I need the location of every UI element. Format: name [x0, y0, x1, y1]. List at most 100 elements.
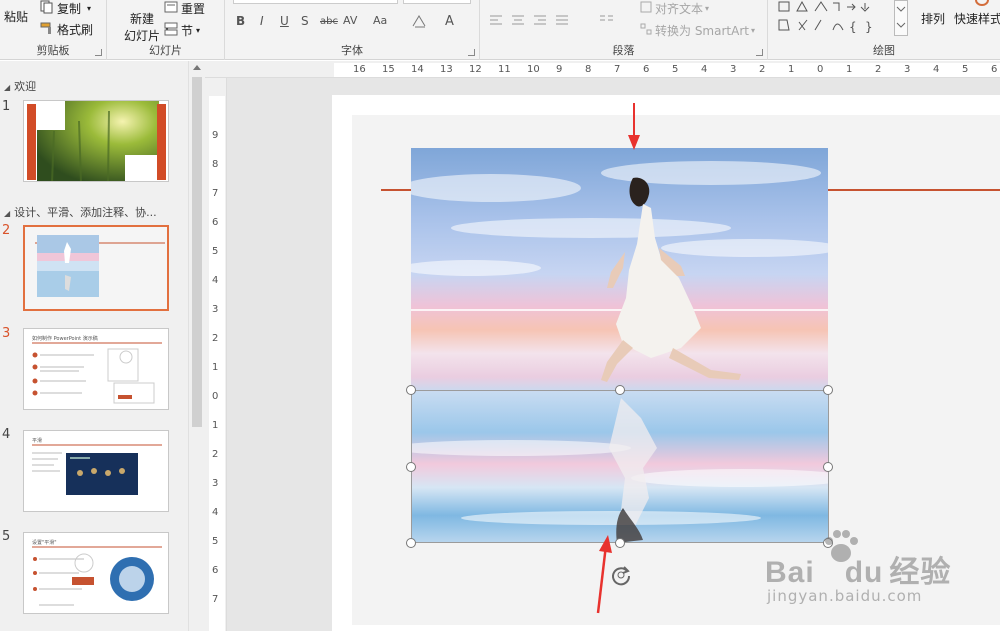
font-name-box[interactable] [233, 0, 398, 4]
ruler-tick-label: 3 [212, 304, 219, 315]
clear-format-icon[interactable] [411, 14, 427, 31]
new-slide-button[interactable]: 新建 幻灯片 [124, 10, 160, 44]
font-color-button[interactable]: A [445, 14, 454, 29]
drawing-group: { } 排列 快速样式 绘图 [768, 0, 1000, 60]
ruler-tick-label: 0 [817, 64, 824, 75]
watermark-cn: 经验 [889, 556, 952, 589]
ruler-tick-label: 3 [212, 478, 219, 489]
quick-styles-label: 快速样式 [954, 12, 1000, 26]
ruler-tick-label: 12 [469, 64, 482, 75]
section-button[interactable]: 节 ▾ [164, 22, 200, 39]
convert-smartart-button[interactable]: 转换为 SmartArt ▾ [640, 22, 755, 39]
clipboard-group-label: 剪贴板 [36, 44, 70, 57]
resize-handle-left[interactable] [406, 462, 416, 472]
ruler-tick-label: 7 [614, 64, 621, 75]
baidu-jingyan-watermark: Bai du 经验 jingyan.baidu.com [765, 525, 955, 625]
format-painter-icon [40, 21, 54, 38]
scroll-up-arrow-icon[interactable] [193, 65, 201, 70]
drawing-group-label: 绘图 [873, 44, 895, 57]
resize-handle-top-left[interactable] [406, 385, 416, 395]
ruler-tick-label: 2 [212, 333, 219, 344]
ruler-tick-label: 13 [440, 64, 453, 75]
quick-styles-button[interactable]: 快速样式 [954, 10, 1000, 27]
ruler-tick-label: 10 [527, 64, 540, 75]
ruler-tick-label: 1 [212, 420, 219, 431]
strikethrough-button[interactable]: abc [320, 16, 338, 27]
bold-button[interactable]: B [236, 14, 245, 28]
ruler-tick-label: 4 [212, 507, 219, 518]
section-header-welcome[interactable]: ◢ 欢迎 [4, 78, 36, 94]
slides-group-label: 幻灯片 [149, 44, 182, 57]
svg-text:{: { [849, 20, 857, 34]
align-left-icon[interactable] [490, 14, 570, 29]
copy-label: 复制 [57, 2, 82, 16]
italic-button[interactable]: I [260, 14, 264, 28]
shapes-more-icon[interactable] [894, 0, 908, 36]
thumb-title: 设置"平滑" [32, 540, 57, 546]
resize-handle-right[interactable] [823, 462, 833, 472]
font-launcher-icon[interactable] [468, 49, 475, 56]
ruler-tick-label: 2 [212, 449, 219, 460]
paragraph-group: 对齐文本 ▾ 转换为 SmartArt ▾ 段落 [480, 0, 768, 60]
slide-thumbnail-4[interactable]: 平滑 [23, 430, 169, 512]
ruler-tick-label: 7 [212, 594, 219, 605]
section-title: 设计、平滑、添加注释、协... [14, 206, 157, 219]
annotation-arrow-down-icon [626, 103, 642, 154]
ruler-tick-label: 3 [730, 64, 737, 75]
slide-thumbnail-3[interactable]: 如何制作 PowerPoint 演示稿 [23, 328, 169, 410]
smartart-icon [640, 23, 652, 38]
section-dropdown-icon: ▾ [196, 26, 201, 35]
arrange-button[interactable]: 排列 [921, 10, 945, 27]
resize-handle-bottom[interactable] [615, 538, 625, 548]
ruler-tick-label: 9 [556, 64, 563, 75]
section-label: 节 [181, 24, 194, 38]
scrollbar-thumb[interactable] [192, 77, 202, 427]
format-painter-button[interactable]: 格式刷 [40, 21, 93, 38]
horizontal-ruler: 16 15 14 13 12 11 10 9 8 7 6 5 4 3 2 1 0 1 2 3 4 5 6 [205, 61, 1000, 78]
ruler-tick-label: 11 [498, 64, 511, 75]
format-painter-label: 格式刷 [57, 23, 94, 37]
change-case-button[interactable]: Aa [373, 14, 387, 27]
underline-button[interactable]: U [280, 14, 289, 28]
align-text-dropdown-icon: ▾ [705, 4, 710, 13]
copy-dropdown-icon[interactable]: ▾ [87, 4, 91, 13]
ruler-tick-label: 2 [759, 64, 766, 75]
slide-thumbnail-5[interactable]: 设置"平滑" [23, 532, 169, 614]
shapes-gallery[interactable]: { } [777, 0, 897, 39]
reset-button[interactable]: 重置 [164, 0, 205, 17]
ruler-tick-label: 1 [788, 64, 795, 75]
char-spacing-button[interactable]: AV [343, 14, 357, 27]
resize-handle-bottom-left[interactable] [406, 538, 416, 548]
paragraph-launcher-icon[interactable] [756, 49, 763, 56]
clipboard-launcher-icon[interactable] [95, 49, 102, 56]
copy-button[interactable]: 复制 ▾ [40, 0, 91, 17]
thumb-title: 平滑 [32, 438, 43, 444]
slide-thumbnail-2[interactable] [23, 225, 169, 311]
slide-number: 5 [2, 529, 11, 544]
resize-handle-top-right[interactable] [823, 385, 833, 395]
ruler-tick-label: 4 [701, 64, 708, 75]
ruler-tick-label: 1 [846, 64, 853, 75]
columns-icon[interactable] [600, 14, 614, 29]
ruler-tick-label: 7 [212, 188, 219, 199]
convert-smartart-dropdown-icon: ▾ [750, 26, 755, 35]
paste-button[interactable]: 粘贴 [4, 8, 28, 25]
font-group: B I U S abc AV Aa A 字体 [225, 0, 480, 60]
text-shadow-button[interactable]: S [301, 14, 309, 28]
ruler-tick-label: 15 [382, 64, 395, 75]
slide-thumbnail-1[interactable] [23, 100, 169, 182]
ribbon: 粘贴 复制 ▾ 格式刷 剪贴板 新建 幻灯片 ▾ 重置 [0, 0, 1000, 60]
align-text-button[interactable]: 对齐文本 ▾ [640, 0, 709, 17]
align-text-icon [640, 1, 652, 16]
ruler-tick-label: 6 [212, 217, 219, 228]
ruler-tick-label: 9 [212, 130, 219, 141]
ruler-tick-label: 4 [933, 64, 940, 75]
font-size-box[interactable] [403, 0, 471, 4]
section-header-design[interactable]: ◢ 设计、平滑、添加注释、协... [4, 204, 157, 220]
align-text-label: 对齐文本 [655, 2, 704, 16]
slides-pane-scrollbar[interactable] [188, 61, 204, 631]
resize-handle-top[interactable] [615, 385, 625, 395]
paragraph-group-label: 段落 [612, 44, 635, 57]
svg-text:}: } [865, 20, 873, 34]
ruler-tick-label: 3 [904, 64, 911, 75]
